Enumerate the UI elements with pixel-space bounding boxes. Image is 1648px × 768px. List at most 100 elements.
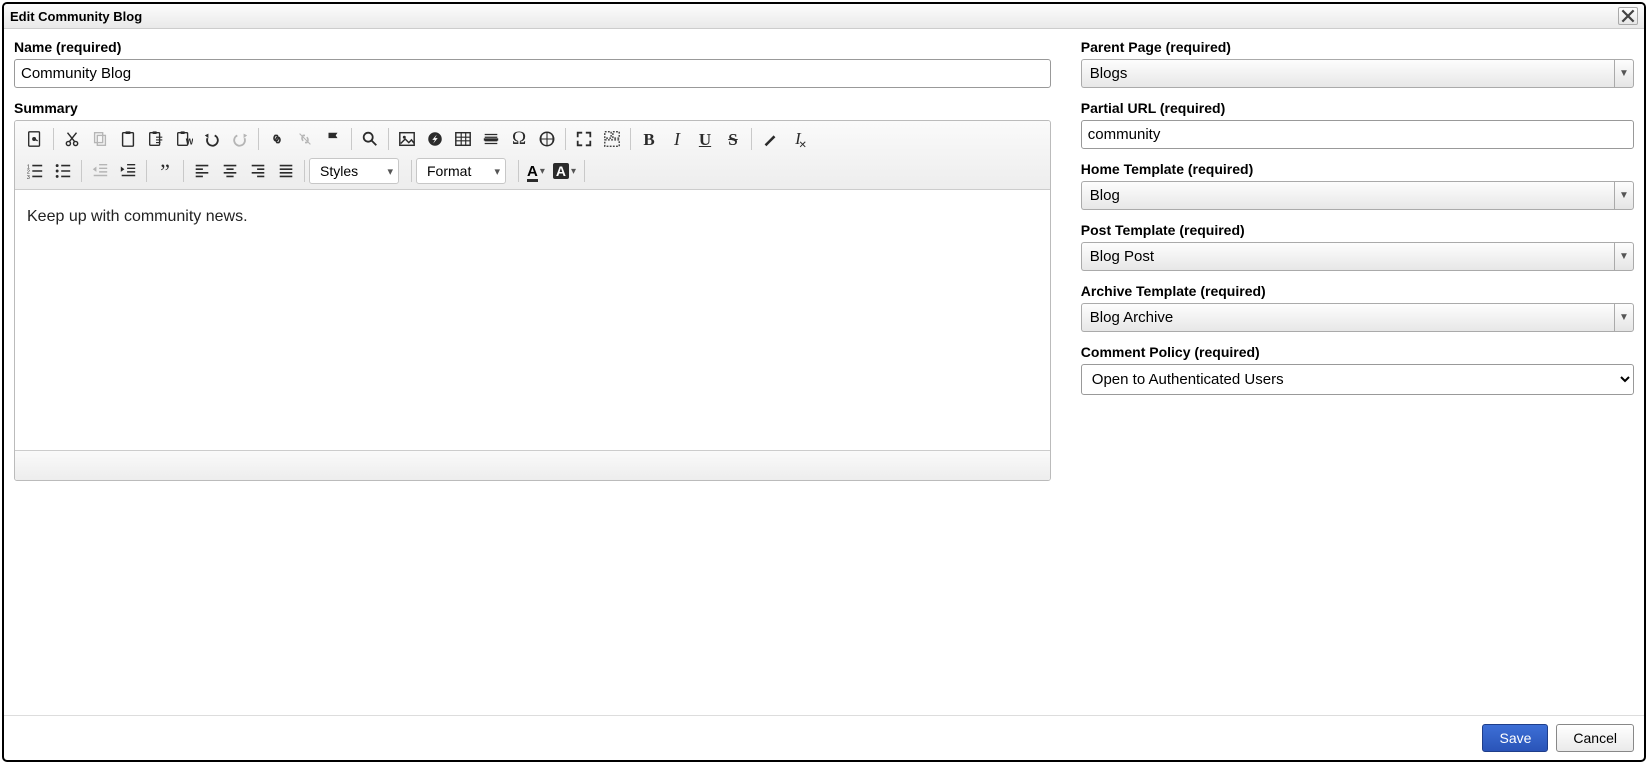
summary-group: Summary (14, 100, 1051, 481)
special-char-icon[interactable]: Ω (505, 125, 533, 153)
strike-icon[interactable]: S (719, 125, 747, 153)
undo-icon[interactable] (198, 125, 226, 153)
separator (584, 160, 585, 182)
maximize-icon[interactable] (570, 125, 598, 153)
text-color-button[interactable]: A▾ (523, 158, 549, 184)
parent-page-label: Parent Page (required) (1081, 39, 1634, 55)
home-template-value: Blog (1081, 181, 1614, 210)
separator (53, 128, 54, 150)
unlink-icon[interactable] (291, 125, 319, 153)
styles-label: Styles (320, 163, 358, 179)
separator (565, 128, 566, 150)
comment-policy-group: Comment Policy (required) Open to Authen… (1081, 344, 1634, 395)
chevron-down-icon: ▼ (1614, 181, 1634, 210)
archive-template-group: Archive Template (required) Blog Archive… (1081, 283, 1634, 332)
indent-icon[interactable] (114, 157, 142, 185)
separator (183, 160, 184, 182)
table-icon[interactable] (449, 125, 477, 153)
summary-text: Keep up with community news. (27, 208, 1038, 226)
home-template-select[interactable]: Blog ▼ (1081, 181, 1634, 210)
align-right-icon[interactable] (244, 157, 272, 185)
editor-toolbar: W (15, 121, 1050, 190)
align-left-icon[interactable] (188, 157, 216, 185)
remove-format-icon[interactable]: I✕ (784, 125, 812, 153)
close-icon (1619, 7, 1637, 25)
paste-text-icon[interactable] (142, 125, 170, 153)
paste-icon[interactable] (114, 125, 142, 153)
name-group: Name (required) (14, 39, 1051, 88)
home-template-label: Home Template (required) (1081, 161, 1634, 177)
separator (388, 128, 389, 150)
bg-color-button[interactable]: A▾ (549, 158, 580, 184)
paste-word-icon[interactable]: W (170, 125, 198, 153)
save-button[interactable]: Save (1482, 724, 1548, 752)
styles-dropdown[interactable]: Styles (309, 158, 399, 184)
flag-icon[interactable] (319, 125, 347, 153)
partial-url-group: Partial URL (required) (1081, 100, 1634, 149)
parent-page-group: Parent Page (required) Blogs ▼ (1081, 39, 1634, 88)
name-input[interactable] (14, 59, 1051, 88)
show-blocks-icon[interactable] (598, 125, 626, 153)
dialog-title: Edit Community Blog (10, 9, 142, 24)
post-template-select[interactable]: Blog Post ▼ (1081, 242, 1634, 271)
marker-icon[interactable] (756, 125, 784, 153)
separator (258, 128, 259, 150)
align-justify-icon[interactable] (272, 157, 300, 185)
toolbar-row-2: 123 (21, 157, 1044, 189)
redo-icon[interactable] (226, 125, 254, 153)
summary-editor: W (14, 120, 1051, 481)
source-icon[interactable] (21, 125, 49, 153)
edit-blog-dialog: Edit Community Blog Name (required) Summ… (2, 2, 1646, 762)
toolbar-row-1: W (21, 125, 1044, 157)
name-label: Name (required) (14, 39, 1051, 55)
search-icon[interactable] (356, 125, 384, 153)
format-dropdown[interactable]: Format (416, 158, 506, 184)
comment-policy-select[interactable]: Open to Authenticated Users (1081, 364, 1634, 395)
dialog-titlebar: Edit Community Blog (4, 4, 1644, 29)
separator (304, 160, 305, 182)
partial-url-input[interactable] (1081, 120, 1634, 149)
parent-page-value: Blogs (1081, 59, 1614, 88)
hr-icon[interactable] (477, 125, 505, 153)
chevron-down-icon: ▼ (1614, 59, 1634, 88)
chevron-down-icon: ▼ (1614, 242, 1634, 271)
archive-template-select[interactable]: Blog Archive ▼ (1081, 303, 1634, 332)
align-center-icon[interactable] (216, 157, 244, 185)
archive-template-label: Archive Template (required) (1081, 283, 1634, 299)
separator (146, 160, 147, 182)
parent-page-select[interactable]: Blogs ▼ (1081, 59, 1634, 88)
chevron-down-icon: ▼ (1614, 303, 1634, 332)
partial-url-label: Partial URL (required) (1081, 100, 1634, 116)
cancel-button[interactable]: Cancel (1556, 724, 1634, 752)
outdent-icon[interactable] (86, 157, 114, 185)
right-column: Parent Page (required) Blogs ▼ Partial U… (1081, 39, 1634, 715)
copy-icon[interactable] (86, 125, 114, 153)
separator (751, 128, 752, 150)
image-icon[interactable] (393, 125, 421, 153)
dialog-close-button[interactable] (1618, 7, 1638, 25)
left-column: Name (required) Summary (14, 39, 1051, 715)
ordered-list-icon[interactable]: 123 (21, 157, 49, 185)
post-template-value: Blog Post (1081, 242, 1614, 271)
separator (411, 160, 412, 182)
summary-label: Summary (14, 100, 1051, 116)
dialog-body: Name (required) Summary (4, 29, 1644, 715)
globe-icon[interactable] (533, 125, 561, 153)
unordered-list-icon[interactable] (49, 157, 77, 185)
link-icon[interactable] (263, 125, 291, 153)
separator (351, 128, 352, 150)
bold-icon[interactable]: B (635, 125, 663, 153)
cut-icon[interactable] (58, 125, 86, 153)
separator (518, 160, 519, 182)
blockquote-icon[interactable]: ” (151, 157, 179, 185)
post-template-group: Post Template (required) Blog Post ▼ (1081, 222, 1634, 271)
circle-slash-icon[interactable] (421, 125, 449, 153)
svg-text:3: 3 (27, 175, 30, 180)
summary-editor-area[interactable]: Keep up with community news. (15, 190, 1050, 450)
archive-template-value: Blog Archive (1081, 303, 1614, 332)
svg-text:W: W (186, 137, 193, 146)
underline-icon[interactable]: U (691, 125, 719, 153)
separator (630, 128, 631, 150)
format-label: Format (427, 163, 471, 179)
italic-icon[interactable]: I (663, 125, 691, 153)
